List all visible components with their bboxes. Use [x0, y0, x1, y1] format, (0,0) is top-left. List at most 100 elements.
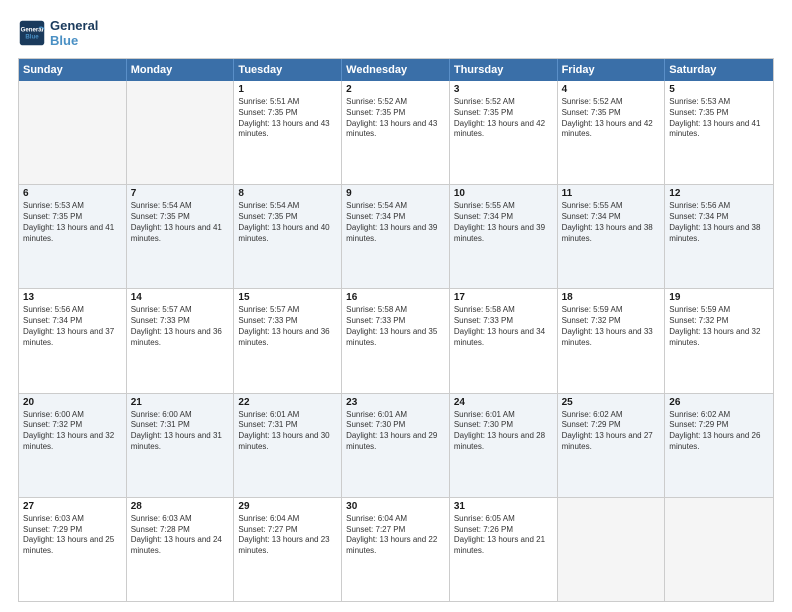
svg-text:Blue: Blue	[25, 33, 39, 40]
day-info: Sunrise: 5:57 AM Sunset: 7:33 PM Dayligh…	[238, 305, 337, 348]
page-header: General Blue General Blue	[18, 18, 774, 48]
day-cell-31: 31Sunrise: 6:05 AM Sunset: 7:26 PM Dayli…	[450, 498, 558, 601]
day-cell-5: 5 Sunrise: 5:53 AM Sunset: 7:35 PM Daylig…	[665, 81, 773, 184]
day-number: 14	[131, 292, 230, 303]
logo: General Blue General Blue	[18, 18, 98, 48]
day-number: 9	[346, 188, 445, 199]
day-number: 21	[131, 397, 230, 408]
day-number: 28	[131, 501, 230, 512]
day-cell-7: 7Sunrise: 5:54 AM Sunset: 7:35 PM Daylig…	[127, 185, 235, 288]
header-day-monday: Monday	[127, 59, 235, 81]
day-number: 20	[23, 397, 122, 408]
calendar-header: SundayMondayTuesdayWednesdayThursdayFrid…	[19, 59, 773, 81]
day-cell-21: 21Sunrise: 6:00 AM Sunset: 7:31 PM Dayli…	[127, 394, 235, 497]
logo-icon: General Blue	[18, 19, 46, 47]
day-cell-10: 10Sunrise: 5:55 AM Sunset: 7:34 PM Dayli…	[450, 185, 558, 288]
day-info: Sunrise: 5:55 AM Sunset: 7:34 PM Dayligh…	[562, 201, 661, 244]
calendar-row-0: 1Sunrise: 5:51 AM Sunset: 7:35 PM Daylig…	[19, 81, 773, 184]
day-number: 27	[23, 501, 122, 512]
day-info: Sunrise: 5:54 AM Sunset: 7:34 PM Dayligh…	[346, 201, 445, 244]
header-day-friday: Friday	[558, 59, 666, 81]
day-cell-12: 12 Sunrise: 5:56 AM Sunset: 7:34 PM Dayli…	[665, 185, 773, 288]
day-cell-24: 24Sunrise: 6:01 AM Sunset: 7:30 PM Dayli…	[450, 394, 558, 497]
day-number: 2	[346, 84, 445, 95]
calendar-body: 1Sunrise: 5:51 AM Sunset: 7:35 PM Daylig…	[19, 81, 773, 601]
empty-cell	[665, 498, 773, 601]
calendar-row-4: 27Sunrise: 6:03 AM Sunset: 7:29 PM Dayli…	[19, 497, 773, 601]
day-cell-17: 17 Sunrise: 5:58 AM Sunset: 7:33 PM Dayli…	[450, 289, 558, 392]
day-number: 24	[454, 397, 553, 408]
day-number: 18	[562, 292, 661, 303]
day-number: 1	[238, 84, 337, 95]
day-info: Sunrise: 5:57 AM Sunset: 7:33 PM Dayligh…	[131, 305, 230, 348]
day-cell-11: 11 Sunrise: 5:55 AM Sunset: 7:34 PM Dayli…	[558, 185, 666, 288]
day-number: 15	[238, 292, 337, 303]
day-info: Sunrise: 6:03 AM Sunset: 7:28 PM Dayligh…	[131, 514, 230, 557]
day-info: Sunrise: 5:53 AM Sunset: 7:35 PM Dayligh…	[669, 97, 769, 140]
day-cell-16: 16 Sunrise: 5:58 AM Sunset: 7:33 PM Dayli…	[342, 289, 450, 392]
day-cell-9: 9 Sunrise: 5:54 AM Sunset: 7:34 PM Daylig…	[342, 185, 450, 288]
calendar-row-3: 20Sunrise: 6:00 AM Sunset: 7:32 PM Dayli…	[19, 393, 773, 497]
header-day-tuesday: Tuesday	[234, 59, 342, 81]
day-number: 29	[238, 501, 337, 512]
day-number: 22	[238, 397, 337, 408]
day-number: 4	[562, 84, 661, 95]
day-number: 3	[454, 84, 553, 95]
day-number: 11	[562, 188, 661, 199]
day-info: Sunrise: 6:04 AM Sunset: 7:27 PM Dayligh…	[346, 514, 445, 557]
day-number: 5	[669, 84, 769, 95]
day-cell-23: 23Sunrise: 6:01 AM Sunset: 7:30 PM Dayli…	[342, 394, 450, 497]
day-cell-1: 1Sunrise: 5:51 AM Sunset: 7:35 PM Daylig…	[234, 81, 342, 184]
day-info: Sunrise: 5:54 AM Sunset: 7:35 PM Dayligh…	[238, 201, 337, 244]
day-cell-15: 15 Sunrise: 5:57 AM Sunset: 7:33 PM Dayli…	[234, 289, 342, 392]
header-day-wednesday: Wednesday	[342, 59, 450, 81]
day-cell-26: 26 Sunrise: 6:02 AM Sunset: 7:29 PM Dayli…	[665, 394, 773, 497]
day-number: 19	[669, 292, 769, 303]
day-cell-27: 27Sunrise: 6:03 AM Sunset: 7:29 PM Dayli…	[19, 498, 127, 601]
day-cell-20: 20Sunrise: 6:00 AM Sunset: 7:32 PM Dayli…	[19, 394, 127, 497]
day-info: Sunrise: 5:52 AM Sunset: 7:35 PM Dayligh…	[454, 97, 553, 140]
empty-cell	[127, 81, 235, 184]
day-info: Sunrise: 5:59 AM Sunset: 7:32 PM Dayligh…	[562, 305, 661, 348]
day-info: Sunrise: 5:56 AM Sunset: 7:34 PM Dayligh…	[23, 305, 122, 348]
empty-cell	[558, 498, 666, 601]
day-number: 12	[669, 188, 769, 199]
day-cell-2: 2 Sunrise: 5:52 AM Sunset: 7:35 PM Daylig…	[342, 81, 450, 184]
day-number: 25	[562, 397, 661, 408]
day-info: Sunrise: 5:54 AM Sunset: 7:35 PM Dayligh…	[131, 201, 230, 244]
day-cell-30: 30Sunrise: 6:04 AM Sunset: 7:27 PM Dayli…	[342, 498, 450, 601]
day-cell-8: 8 Sunrise: 5:54 AM Sunset: 7:35 PM Daylig…	[234, 185, 342, 288]
day-info: Sunrise: 5:59 AM Sunset: 7:32 PM Dayligh…	[669, 305, 769, 348]
day-number: 8	[238, 188, 337, 199]
day-cell-14: 14 Sunrise: 5:57 AM Sunset: 7:33 PM Dayli…	[127, 289, 235, 392]
day-info: Sunrise: 5:58 AM Sunset: 7:33 PM Dayligh…	[454, 305, 553, 348]
day-cell-6: 6Sunrise: 5:53 AM Sunset: 7:35 PM Daylig…	[19, 185, 127, 288]
day-number: 16	[346, 292, 445, 303]
calendar: SundayMondayTuesdayWednesdayThursdayFrid…	[18, 58, 774, 602]
day-info: Sunrise: 6:02 AM Sunset: 7:29 PM Dayligh…	[669, 410, 769, 453]
calendar-row-2: 13 Sunrise: 5:56 AM Sunset: 7:34 PM Dayli…	[19, 288, 773, 392]
logo-text-line1: General	[50, 18, 98, 33]
day-cell-18: 18 Sunrise: 5:59 AM Sunset: 7:32 PM Dayli…	[558, 289, 666, 392]
day-cell-4: 4 Sunrise: 5:52 AM Sunset: 7:35 PM Daylig…	[558, 81, 666, 184]
day-info: Sunrise: 6:04 AM Sunset: 7:27 PM Dayligh…	[238, 514, 337, 557]
day-cell-29: 29 Sunrise: 6:04 AM Sunset: 7:27 PM Dayli…	[234, 498, 342, 601]
header-day-thursday: Thursday	[450, 59, 558, 81]
day-info: Sunrise: 6:01 AM Sunset: 7:31 PM Dayligh…	[238, 410, 337, 453]
day-number: 17	[454, 292, 553, 303]
day-number: 26	[669, 397, 769, 408]
day-cell-19: 19 Sunrise: 5:59 AM Sunset: 7:32 PM Dayli…	[665, 289, 773, 392]
day-info: Sunrise: 5:52 AM Sunset: 7:35 PM Dayligh…	[346, 97, 445, 140]
day-info: Sunrise: 5:56 AM Sunset: 7:34 PM Dayligh…	[669, 201, 769, 244]
day-info: Sunrise: 6:02 AM Sunset: 7:29 PM Dayligh…	[562, 410, 661, 453]
day-cell-22: 22 Sunrise: 6:01 AM Sunset: 7:31 PM Dayli…	[234, 394, 342, 497]
header-day-sunday: Sunday	[19, 59, 127, 81]
day-number: 13	[23, 292, 122, 303]
calendar-row-1: 6Sunrise: 5:53 AM Sunset: 7:35 PM Daylig…	[19, 184, 773, 288]
day-info: Sunrise: 6:01 AM Sunset: 7:30 PM Dayligh…	[346, 410, 445, 453]
header-day-saturday: Saturday	[665, 59, 773, 81]
day-info: Sunrise: 5:58 AM Sunset: 7:33 PM Dayligh…	[346, 305, 445, 348]
day-info: Sunrise: 5:52 AM Sunset: 7:35 PM Dayligh…	[562, 97, 661, 140]
day-cell-13: 13 Sunrise: 5:56 AM Sunset: 7:34 PM Dayli…	[19, 289, 127, 392]
day-number: 31	[454, 501, 553, 512]
